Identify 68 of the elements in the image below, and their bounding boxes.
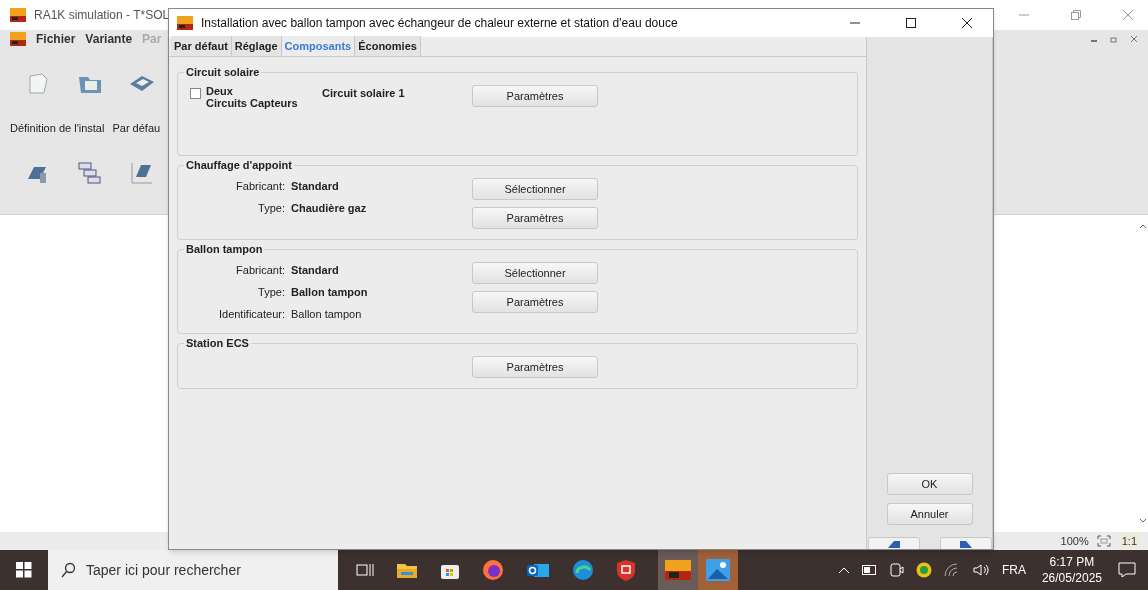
arrow-right-icon bbox=[958, 540, 973, 548]
speaker-icon[interactable] bbox=[971, 563, 990, 577]
folder-icon[interactable] bbox=[396, 561, 418, 579]
taskbar-search-field[interactable]: Taper ici pour rechercher bbox=[48, 550, 338, 590]
language-indicator[interactable]: FRA bbox=[1001, 561, 1026, 579]
scroll-down-icon[interactable] bbox=[1139, 518, 1147, 524]
toolbar-label[interactable]: Définition de l'instal bbox=[10, 120, 105, 137]
camera-icon[interactable] bbox=[889, 563, 904, 577]
clock-time[interactable]: 6:17 PM bbox=[1049, 554, 1095, 570]
parameter-button[interactable]: Paramètres bbox=[472, 207, 598, 229]
app-logo-icon bbox=[10, 8, 26, 22]
browser-icon[interactable] bbox=[572, 559, 594, 581]
field-value: Standard bbox=[291, 263, 339, 279]
menu-item[interactable]: Variante bbox=[85, 30, 133, 48]
parameter-button[interactable]: Sélectionner bbox=[472, 262, 598, 284]
scroll-up-icon[interactable] bbox=[1139, 223, 1147, 229]
wifi-icon[interactable] bbox=[943, 563, 960, 577]
tab[interactable]: Économies bbox=[355, 36, 421, 56]
circuit-name: Circuit solaire 1 bbox=[322, 86, 405, 101]
toolbar-label[interactable]: Par défau bbox=[112, 120, 161, 137]
search-icon bbox=[60, 562, 76, 578]
group-title: Ballon tampon bbox=[184, 242, 265, 256]
field-label: Type: bbox=[257, 201, 285, 217]
task-view-icon[interactable] bbox=[356, 562, 374, 578]
field-label: Fabricant: bbox=[235, 263, 285, 279]
parameter-button[interactable]: Paramètres bbox=[472, 291, 598, 313]
field-label: Fabricant: bbox=[235, 179, 285, 195]
dialog-button[interactable]: Annuler bbox=[886, 503, 973, 525]
checkbox[interactable] bbox=[190, 88, 201, 99]
windows-start-icon[interactable] bbox=[16, 562, 32, 578]
battery-icon[interactable] bbox=[861, 565, 878, 575]
field-label: Identificateur: bbox=[217, 307, 285, 323]
field-value: Standard bbox=[291, 179, 339, 195]
arrow-left-icon bbox=[886, 540, 901, 548]
photos-icon[interactable] bbox=[706, 559, 730, 581]
field-value: Ballon tampon bbox=[291, 285, 368, 301]
chevron-up-icon[interactable] bbox=[837, 566, 850, 574]
close-icon[interactable] bbox=[961, 17, 973, 29]
zoom-level: 100% bbox=[1060, 533, 1089, 549]
group-title: Chauffage d'appoint bbox=[184, 158, 294, 172]
maximize-icon[interactable] bbox=[905, 17, 917, 29]
parameter-button[interactable]: Paramètres bbox=[472, 85, 598, 107]
app-title: RA1K simulation - T*SOL bbox=[34, 7, 170, 24]
parameter-button[interactable]: Paramètres bbox=[472, 356, 598, 378]
actual-size-button[interactable]: 1:1 bbox=[1118, 532, 1140, 550]
dialog-button[interactable]: OK bbox=[886, 473, 973, 495]
menu-item[interactable]: Fichier bbox=[36, 30, 76, 48]
restore-icon[interactable] bbox=[1070, 9, 1082, 21]
field-value: Ballon tampon bbox=[291, 307, 362, 323]
group-title: Station ECS bbox=[184, 336, 251, 350]
field-value: Chaudière gaz bbox=[291, 201, 367, 217]
shield-icon[interactable] bbox=[616, 559, 636, 581]
search-input[interactable]: Taper ici pour rechercher bbox=[86, 559, 306, 581]
parameter-button[interactable]: Sélectionner bbox=[472, 178, 598, 200]
group-title: Circuit solaire bbox=[184, 65, 262, 79]
dialog-title: Installation avec ballon tampon avec échangeur de chaleur externe et station d'eau douce bbox=[201, 15, 678, 32]
tab[interactable]: Par défaut bbox=[171, 36, 232, 56]
field-label: Type: bbox=[257, 285, 285, 301]
app-logo-icon bbox=[177, 16, 193, 30]
notifications-icon[interactable] bbox=[1118, 562, 1136, 578]
app-icon[interactable] bbox=[665, 560, 691, 580]
tab[interactable]: Réglage bbox=[231, 36, 282, 56]
clock-date[interactable]: 26/05/2025 bbox=[1041, 570, 1102, 586]
tab[interactable]: Composants bbox=[281, 36, 356, 56]
tray-app-icon[interactable] bbox=[915, 562, 932, 578]
checkbox-label: Deux Circuits Capteurs bbox=[206, 85, 299, 109]
fit-to-window-icon[interactable] bbox=[1096, 535, 1111, 547]
firefox-icon[interactable] bbox=[482, 559, 504, 581]
